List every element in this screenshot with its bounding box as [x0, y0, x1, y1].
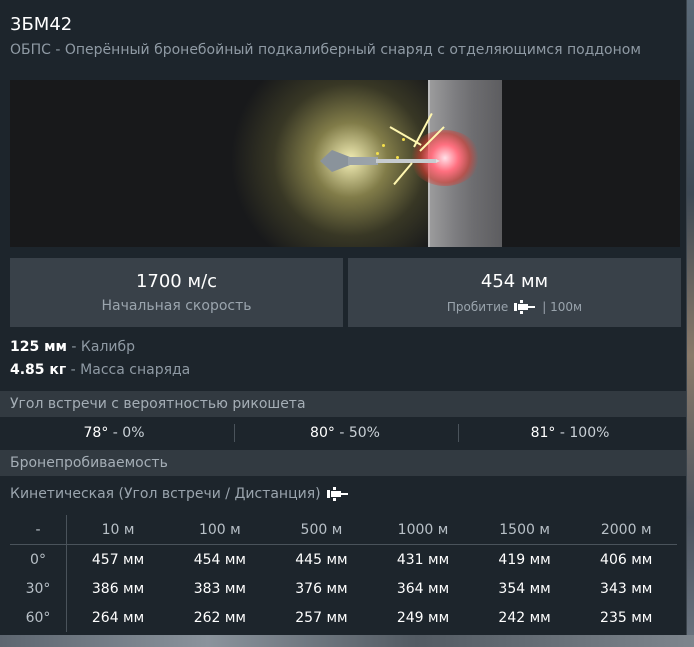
ricochet-chance: - 0% — [108, 425, 145, 441]
table-cell: 406 мм — [600, 551, 653, 568]
table-cell: 354 мм — [498, 580, 551, 597]
table-cell: 419 мм — [498, 551, 551, 568]
table-row: 30° 386 мм 383 мм 376 мм 364 мм 354 мм 3… — [10, 574, 677, 603]
spark-dot — [402, 138, 405, 141]
table-cell: 262 мм — [193, 609, 246, 626]
distance-header: 10 м — [66, 515, 170, 545]
table-cell: 457 мм — [91, 551, 145, 568]
angle-header: 60° — [10, 603, 67, 632]
table-cell: 376 мм — [295, 580, 348, 597]
kinetic-label-row: Кинетическая (Угол встречи / Дистанция) — [10, 486, 349, 502]
spark-dot — [382, 144, 385, 147]
table-cell: 445 мм — [295, 551, 348, 568]
muzzle-velocity-box: 1700 м/с Начальная скорость — [10, 258, 343, 327]
background-edge — [686, 0, 694, 647]
mass-value: 4.85 кг — [10, 362, 67, 378]
angle-header: 30° — [10, 574, 67, 603]
distance-header: 2000 м — [575, 515, 677, 545]
angle-header: 0° — [10, 544, 67, 574]
table-cell: 264 мм — [91, 609, 145, 626]
background-edge-bottom — [0, 635, 694, 647]
penetration-table: - 10 м 100 м 500 м 1000 м 1500 м 2000 м … — [10, 515, 677, 632]
ricochet-cell: 78° - 0% — [0, 420, 228, 446]
table-row: 60° 264 мм 262 мм 257 мм 249 мм 242 мм 2… — [10, 603, 677, 632]
table-corner: - — [10, 515, 67, 545]
spark-dot — [376, 152, 379, 155]
table-cell: 431 мм — [396, 551, 450, 568]
penetration-label: Пробитие — [446, 300, 509, 314]
distance-header: 500 м — [270, 515, 373, 545]
ricochet-row: 78° - 0% 80° - 50% 81° - 100% — [0, 420, 686, 446]
ricochet-chance: - 100% — [555, 425, 610, 441]
table-cell: 386 мм — [91, 580, 145, 597]
ricochet-cell: 81° - 100% — [456, 420, 684, 446]
ammo-subtitle: ОБПС - Оперённый бронебойный подкалиберн… — [10, 42, 641, 58]
table-cell: 383 мм — [193, 580, 246, 597]
ricochet-section-header: Угол встречи с вероятностью рикошета — [0, 391, 686, 417]
distance-header: 1000 м — [372, 515, 474, 545]
table-cell: 343 мм — [600, 580, 653, 597]
kinetic-label: Кинетическая (Угол встречи / Дистанция) — [10, 486, 321, 502]
muzzle-velocity-value: 1700 м/с — [135, 271, 218, 292]
table-cell: 235 мм — [600, 609, 653, 626]
penetration-table-header: - 10 м 100 м 500 м 1000 м 1500 м 2000 м — [10, 515, 677, 545]
table-cell: 242 мм — [498, 609, 551, 626]
table-cell: 454 мм — [193, 551, 246, 568]
armor-section-header: Бронепробиваемость — [0, 450, 686, 476]
ricochet-angle: 80° — [310, 425, 335, 441]
distance-header: 1500 м — [473, 515, 576, 545]
mass-label: - Масса снаряда — [66, 362, 191, 378]
spark-dot — [396, 156, 399, 159]
caliber-label: - Калибр — [66, 339, 136, 355]
ricochet-angle: 81° — [530, 425, 556, 441]
penetration-value: 454 мм — [480, 271, 549, 292]
mass-spec: 4.85 кг - Масса снаряда — [10, 362, 190, 378]
ricochet-cell: 80° - 50% — [231, 420, 459, 446]
caliber-value: 125 мм — [10, 339, 67, 355]
armor-section-title: Бронепробиваемость — [10, 455, 168, 471]
table-cell: 364 мм — [396, 580, 450, 597]
penetration-sub: Пробитие | 100м — [348, 300, 681, 314]
muzzle-velocity-label: Начальная скорость — [101, 298, 252, 314]
penetration-range: | 100м — [542, 300, 583, 314]
shell-impact-preview — [10, 80, 680, 247]
ricochet-angle: 78° — [83, 425, 109, 441]
ricochet-chance: - 50% — [334, 425, 380, 441]
ammo-title: 3БМ42 — [10, 14, 73, 35]
shell-icon — [514, 300, 536, 314]
ammo-tooltip-panel: 3БМ42 ОБПС - Оперённый бронебойный подка… — [0, 0, 687, 635]
shell-icon — [326, 487, 348, 501]
table-cell: 257 мм — [295, 609, 348, 626]
table-cell: 249 мм — [396, 609, 450, 626]
caliber-spec: 125 мм - Калибр — [10, 339, 135, 355]
table-row: 0° 457 мм 454 мм 445 мм 431 мм 419 мм 40… — [10, 544, 677, 574]
distance-header: 100 м — [169, 515, 271, 545]
ricochet-section-title: Угол встречи с вероятностью рикошета — [10, 396, 306, 412]
penetration-box: 454 мм Пробитие | 100м — [348, 258, 681, 327]
